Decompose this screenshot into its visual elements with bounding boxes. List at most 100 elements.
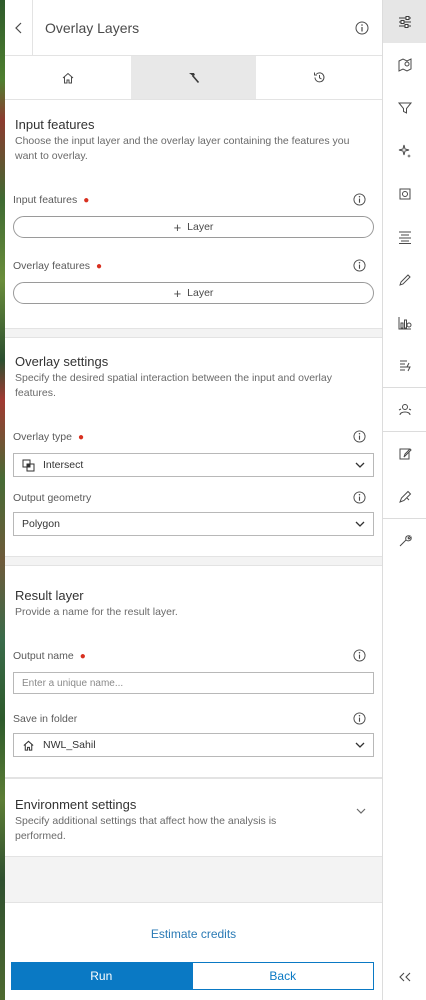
home-icon bbox=[62, 72, 74, 83]
page-title: Overlay Layers bbox=[45, 19, 140, 36]
output-geometry-select[interactable]: Polygon bbox=[13, 512, 374, 536]
required-dot: ● bbox=[83, 195, 90, 206]
pencil-icon bbox=[398, 273, 411, 286]
rail-item-analysis[interactable] bbox=[383, 344, 426, 387]
chevron-down-icon bbox=[355, 742, 365, 748]
field-label: Overlay features bbox=[13, 260, 91, 272]
add-input-layer-button[interactable]: + Layer bbox=[13, 216, 374, 238]
rail-item-filter[interactable] bbox=[383, 86, 426, 129]
overlay-settings-section: Overlay settings Specify the desired spa… bbox=[5, 337, 382, 557]
rail-item-pen[interactable] bbox=[383, 475, 426, 518]
hammer-icon bbox=[188, 72, 199, 83]
rail-item-edit[interactable] bbox=[383, 258, 426, 301]
tab-home[interactable] bbox=[5, 56, 131, 99]
section-title: Environment settings bbox=[15, 797, 137, 812]
info-icon[interactable] bbox=[353, 491, 366, 504]
environment-settings-section[interactable]: Environment settings Specify additional … bbox=[5, 778, 382, 857]
chevron-down-icon[interactable] bbox=[356, 807, 366, 815]
rail-item-align[interactable] bbox=[383, 215, 426, 258]
action-rail bbox=[383, 0, 426, 1000]
button-label: Layer bbox=[187, 287, 214, 299]
required-dot: ● bbox=[79, 651, 86, 662]
pen-icon bbox=[398, 490, 411, 503]
analysis-panel: Overlay Layers Input features Choose the… bbox=[5, 0, 383, 1000]
field-label: Output name bbox=[13, 650, 74, 662]
chevrons-left-icon bbox=[398, 972, 410, 982]
section-title: Result layer bbox=[15, 588, 84, 603]
people-icon bbox=[398, 403, 411, 415]
field-label: Save in folder bbox=[13, 712, 78, 725]
rail-item-people[interactable] bbox=[383, 388, 426, 431]
output-name-row: Output name ● bbox=[13, 646, 374, 664]
overlay-type-select[interactable]: Intersect bbox=[13, 453, 374, 477]
rail-item-tools[interactable] bbox=[383, 519, 426, 562]
input-features-section: Input features Choose the input layer an… bbox=[5, 101, 382, 329]
edit-note-icon bbox=[399, 447, 412, 459]
select-value: Intersect bbox=[43, 459, 84, 471]
output-geometry-row: Output geometry bbox=[13, 491, 374, 504]
save-folder-select[interactable]: NWL_Sahil bbox=[13, 733, 374, 757]
save-folder-row: Save in folder bbox=[13, 712, 374, 725]
home-icon bbox=[23, 740, 34, 751]
tab-tool[interactable] bbox=[130, 56, 257, 99]
action-buttons: Run Back bbox=[11, 962, 374, 990]
info-icon bbox=[355, 21, 369, 34]
overlay-type-row: Overlay type ● bbox=[13, 427, 374, 445]
result-layer-section: Result layer Provide a name for the resu… bbox=[5, 565, 382, 778]
sparkle-icon bbox=[398, 144, 411, 158]
map-icon bbox=[398, 57, 411, 72]
collapse-rail-button[interactable] bbox=[383, 962, 426, 992]
info-icon[interactable] bbox=[353, 429, 366, 443]
rail-item-settings[interactable] bbox=[383, 0, 426, 43]
header-info-button[interactable] bbox=[342, 0, 382, 56]
field-label: Output geometry bbox=[13, 491, 92, 504]
info-icon[interactable] bbox=[353, 648, 366, 662]
select-value: Polygon bbox=[22, 518, 60, 530]
info-icon[interactable] bbox=[353, 192, 366, 206]
history-icon bbox=[313, 72, 325, 83]
output-name-input[interactable]: Enter a unique name... bbox=[13, 672, 374, 694]
field-label: Input features bbox=[13, 194, 78, 206]
chevron-down-icon bbox=[355, 521, 365, 527]
rail-item-chart[interactable] bbox=[383, 301, 426, 344]
panel-content: Input features Choose the input layer an… bbox=[5, 101, 382, 902]
rail-item-sparkle[interactable] bbox=[383, 129, 426, 172]
section-description: Specify additional settings that affect … bbox=[15, 815, 277, 842]
panel-header: Overlay Layers bbox=[5, 0, 382, 56]
plus-icon: + bbox=[173, 285, 182, 301]
estimate-credits-link[interactable]: Estimate credits bbox=[5, 927, 382, 941]
rail-item-notes[interactable] bbox=[383, 432, 426, 475]
panel-tabs bbox=[5, 56, 382, 100]
section-description: Provide a name for the result layer. bbox=[15, 606, 178, 618]
section-title: Input features bbox=[15, 117, 95, 132]
add-overlay-layer-button[interactable]: + Layer bbox=[13, 282, 374, 304]
section-description: Specify the desired spatial interaction … bbox=[15, 372, 332, 399]
select-value: NWL_Sahil bbox=[43, 739, 96, 751]
back-chevron-button[interactable] bbox=[5, 0, 33, 56]
required-dot: ● bbox=[96, 261, 103, 272]
rail-item-map[interactable] bbox=[383, 43, 426, 86]
rail-item-camera[interactable] bbox=[383, 172, 426, 215]
section-title: Overlay settings bbox=[15, 354, 109, 369]
analysis-icon bbox=[399, 360, 411, 371]
chevron-down-icon bbox=[355, 462, 365, 468]
filter-icon bbox=[397, 102, 412, 114]
camera-icon bbox=[399, 188, 410, 199]
field-label: Overlay type bbox=[13, 431, 72, 443]
info-icon[interactable] bbox=[353, 258, 366, 272]
info-icon[interactable] bbox=[353, 712, 366, 725]
chevron-left-icon bbox=[14, 22, 21, 33]
back-button[interactable]: Back bbox=[191, 962, 374, 990]
run-button[interactable]: Run bbox=[11, 962, 192, 990]
section-description: Choose the input layer and the overlay l… bbox=[15, 135, 350, 162]
tab-history[interactable] bbox=[256, 56, 382, 99]
input-features-row: Input features ● bbox=[13, 190, 374, 208]
sliders-icon bbox=[398, 15, 411, 28]
overlay-features-row: Overlay features ● bbox=[13, 256, 374, 274]
required-dot: ● bbox=[77, 432, 84, 443]
chart-icon bbox=[398, 316, 411, 329]
align-icon bbox=[398, 231, 411, 244]
plus-icon: + bbox=[173, 219, 182, 235]
wrench-icon bbox=[399, 534, 412, 546]
button-label: Layer bbox=[187, 221, 214, 233]
